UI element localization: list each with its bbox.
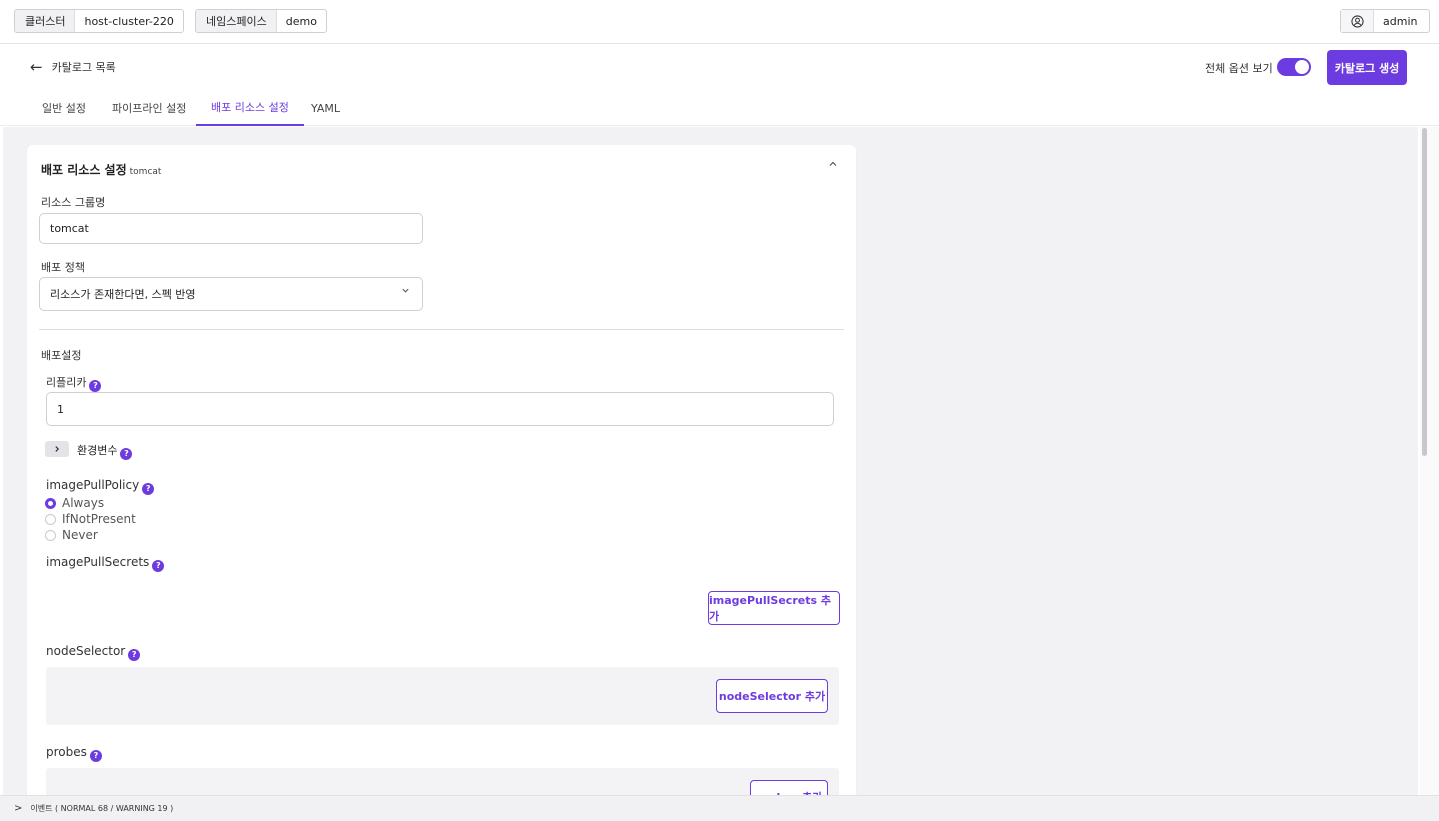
deploy-policy-value: 리소스가 존재한다면, 스펙 반영	[50, 288, 196, 301]
cluster-key: 클러스터	[15, 10, 76, 32]
tab-general[interactable]: 일반 설정	[42, 90, 86, 126]
chevron-down-icon	[401, 286, 410, 298]
cluster-value: host-cluster-220	[84, 14, 174, 28]
node-selector-text: nodeSelector	[46, 644, 126, 658]
top-bar: 클러스터 host-cluster-220 네임스페이스 demo admin	[0, 0, 1439, 44]
cluster-selector[interactable]: 클러스터 host-cluster-220	[14, 9, 184, 33]
back-to-catalog-list[interactable]: ← 카탈로그 목록	[30, 59, 116, 75]
divider	[39, 329, 844, 330]
namespace-key: 네임스페이스	[196, 10, 277, 32]
probes-label: probes?	[46, 745, 102, 762]
card-title-text: 배포 리소스 설정	[41, 163, 127, 177]
help-icon[interactable]: ?	[128, 648, 141, 661]
resource-group-input[interactable]: tomcat	[39, 213, 423, 244]
replica-label: 리플리카?	[46, 374, 102, 392]
replica-input[interactable]: 1	[46, 392, 834, 426]
user-circle-icon	[1341, 10, 1374, 32]
node-selector-label: nodeSelector?	[46, 644, 141, 661]
radio-ifnotpresent[interactable]: IfNotPresent	[45, 512, 136, 526]
toggle-knob	[1295, 60, 1309, 74]
radio-never[interactable]: Never	[45, 528, 98, 542]
tab-pipeline[interactable]: 파이프라인 설정	[112, 90, 186, 126]
deploy-policy-label: 배포 정책	[41, 261, 85, 274]
chevron-up-icon[interactable]	[828, 159, 838, 172]
help-icon[interactable]: ?	[152, 559, 165, 572]
deploy-settings-label: 배포설정	[41, 349, 82, 362]
add-image-pull-secrets-button[interactable]: imagePullSecrets 추가	[708, 591, 840, 625]
env-label-text: 환경변수	[77, 444, 118, 457]
tab-deploy-resource[interactable]: 배포 리소스 설정	[196, 90, 304, 126]
radio-always[interactable]: Always	[45, 496, 104, 510]
tab-bar: 일반 설정 파이프라인 설정 배포 리소스 설정 YAML	[0, 90, 1439, 126]
chevron-right-icon	[55, 446, 60, 452]
image-pull-secrets-text: imagePullSecrets	[46, 555, 150, 569]
help-icon[interactable]: ?	[89, 379, 102, 392]
env-expand-button[interactable]	[45, 441, 69, 457]
help-icon[interactable]: ?	[89, 749, 102, 762]
env-label: 환경변수?	[77, 442, 133, 460]
radio-unchecked-icon	[45, 529, 56, 541]
content-area: 배포 리소스 설정 tomcat 리소스 그룹명 tomcat 배포 정책 리소스…	[3, 127, 1418, 795]
radio-checked-icon	[45, 497, 56, 509]
help-icon[interactable]: ?	[120, 447, 133, 460]
namespace-value: demo	[285, 14, 317, 28]
user-name: admin	[1383, 14, 1418, 28]
create-catalog-button[interactable]: 카탈로그 생성	[1327, 50, 1407, 85]
namespace-selector[interactable]: 네임스페이스 demo	[195, 9, 327, 33]
help-icon[interactable]: ?	[142, 482, 155, 495]
deploy-policy-select[interactable]: 리소스가 존재한다면, 스펙 반영	[39, 277, 423, 311]
probes-box	[46, 768, 839, 795]
scrollbar-thumb[interactable]	[1422, 128, 1427, 456]
back-label: 카탈로그 목록	[51, 61, 116, 74]
page-header: ← 카탈로그 목록 전체 옵션 보기 카탈로그 생성	[0, 44, 1439, 90]
image-pull-policy-label: imagePullPolicy?	[46, 478, 155, 495]
add-probes-button[interactable]: probes 추가	[750, 780, 828, 795]
radio-unchecked-icon	[45, 513, 56, 525]
radio-label: IfNotPresent	[62, 512, 136, 526]
arrow-left-icon: ←	[30, 57, 43, 76]
radio-label: Always	[62, 496, 105, 510]
tab-yaml[interactable]: YAML	[311, 90, 340, 126]
events-bar[interactable]: > 이벤트 ( NORMAL 68 / WARNING 19 )	[0, 795, 1439, 821]
resource-group-label: 리소스 그룹명	[41, 196, 106, 209]
chevron-right-icon: >	[14, 803, 23, 814]
replica-label-text: 리플리카	[46, 376, 87, 389]
radio-label: Never	[62, 528, 98, 542]
deploy-resource-card: 배포 리소스 설정 tomcat 리소스 그룹명 tomcat 배포 정책 리소스…	[27, 145, 856, 795]
events-label: 이벤트 ( NORMAL 68 / WARNING 19 )	[30, 804, 174, 813]
user-menu[interactable]: admin	[1340, 9, 1430, 33]
image-pull-policy-text: imagePullPolicy	[46, 478, 140, 492]
show-all-options-label: 전체 옵션 보기	[1205, 62, 1273, 75]
show-all-options-toggle[interactable]	[1277, 58, 1311, 76]
card-subtitle: tomcat	[129, 167, 162, 177]
add-node-selector-button[interactable]: nodeSelector 추가	[716, 679, 828, 713]
probes-text: probes	[46, 745, 87, 759]
card-title: 배포 리소스 설정 tomcat	[41, 161, 161, 178]
image-pull-secrets-label: imagePullSecrets?	[46, 555, 165, 572]
